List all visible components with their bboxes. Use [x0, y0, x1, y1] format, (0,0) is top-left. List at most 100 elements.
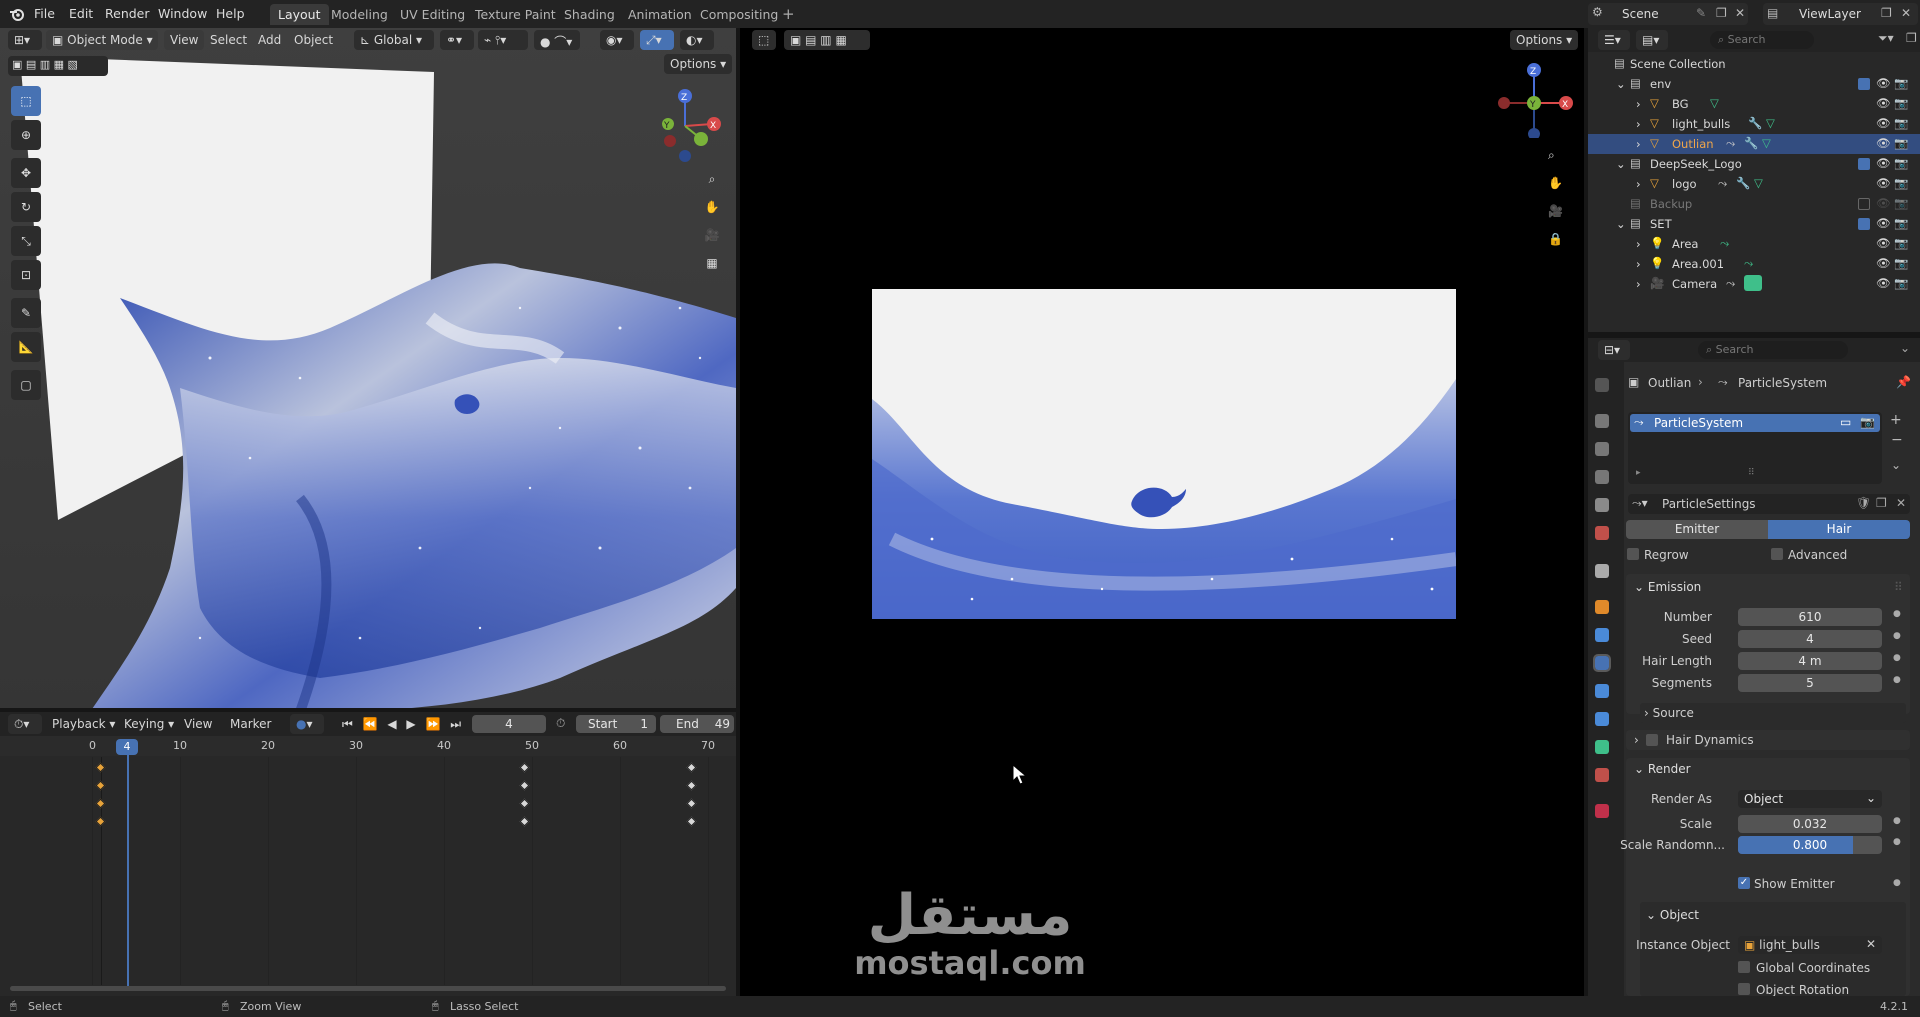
display-mode-dropdown[interactable]: ▤▾ — [1636, 30, 1668, 50]
expand-arrow-icon[interactable]: ⌄ — [1616, 77, 1626, 91]
gizmo-toggle[interactable]: ⤢▾ — [640, 30, 674, 50]
list-expand-icon[interactable]: ▸ — [1636, 468, 1641, 478]
type-hair-tab[interactable]: Hair — [1768, 520, 1910, 539]
pin-icon[interactable]: 📌 — [1896, 375, 1911, 389]
regrow-checkbox[interactable] — [1627, 548, 1639, 560]
display-render-icon[interactable]: 📷 — [1860, 415, 1875, 429]
eye-icon[interactable]: 👁 — [1876, 116, 1891, 130]
texture-tab-icon[interactable] — [1595, 804, 1609, 818]
constraints-tab-icon[interactable] — [1595, 712, 1609, 726]
menu-window[interactable]: Window — [158, 6, 207, 21]
render-camera-icon[interactable]: 📷 — [1894, 276, 1908, 290]
expand-arrow-icon[interactable]: › — [1636, 277, 1641, 291]
playhead-line[interactable] — [127, 746, 129, 986]
expand-arrow-icon[interactable]: ⌄ — [1616, 217, 1626, 231]
eye-icon[interactable]: 👁 — [1876, 256, 1891, 270]
camera-lock-icon[interactable]: 🔒 — [1548, 232, 1563, 246]
proportional-edit-toggle[interactable]: ● ⌒▾ — [534, 30, 580, 50]
delete-viewlayer-icon[interactable]: ✕ — [1901, 6, 1911, 20]
marker-menu[interactable]: Marker — [224, 714, 277, 734]
expand-arrow-icon[interactable]: ⌄ — [1616, 157, 1626, 171]
add-workspace-icon[interactable]: + — [782, 5, 795, 23]
keyframe-dot-icon[interactable]: ● — [1893, 837, 1901, 847]
viewport-options-button[interactable]: Options ▾ — [664, 54, 733, 74]
expand-arrow-icon[interactable]: › — [1636, 137, 1641, 151]
render-camera-icon[interactable]: 📷 — [1894, 176, 1908, 190]
select-menu[interactable]: Select — [204, 30, 253, 50]
pivot-dropdown[interactable]: ⚭▾ — [440, 30, 474, 50]
keyframe-dot-icon[interactable]: ● — [1893, 675, 1901, 685]
end-frame-field[interactable]: End 49 — [660, 715, 734, 733]
snap-toggle[interactable]: ⌁ ⫯▾ — [478, 30, 528, 50]
scale-field[interactable]: 0.032 — [1738, 815, 1882, 833]
global-coords-checkbox[interactable] — [1738, 961, 1750, 973]
tool-tab-icon[interactable] — [1595, 378, 1609, 392]
camera-zoom-icon[interactable]: ⌕ — [1548, 148, 1555, 163]
object-tab-icon[interactable] — [1595, 600, 1609, 614]
physics-tab-icon[interactable] — [1595, 684, 1609, 698]
outliner-row-set[interactable]: ⌄ ▤ SET 👁 📷 — [1588, 214, 1920, 234]
segments-field[interactable]: 5 — [1738, 674, 1882, 692]
outliner-row-scene-collection[interactable]: ▤ Scene Collection — [1588, 54, 1920, 74]
viewport-3d[interactable]: ⊞▾ ▣ Object Mode ▾ View Select Add Objec… — [0, 28, 736, 712]
show-emitter-checkbox[interactable]: ✓ — [1738, 877, 1750, 889]
pan-hand-icon[interactable]: ✋ — [700, 200, 724, 224]
keyframe-dot-icon[interactable]: ● — [1893, 631, 1901, 641]
emission-panel-header[interactable]: ⌄ Emission — [1634, 580, 1701, 594]
render-camera-icon[interactable]: 📷 — [1894, 256, 1908, 270]
camera-select-modes[interactable]: ▣ ▤ ▥ ▦ — [784, 30, 870, 50]
outliner-editor-type[interactable]: ☰▾ — [1598, 30, 1630, 50]
type-emitter-tab[interactable]: Emitter — [1626, 520, 1768, 539]
advanced-checkbox[interactable] — [1771, 548, 1783, 560]
render-camera-icon[interactable]: 📷 — [1894, 196, 1908, 210]
list-specials-button[interactable]: ⌄ — [1891, 458, 1901, 472]
list-resize-handle[interactable]: ⠿ — [1748, 468, 1755, 478]
view-menu[interactable]: View — [164, 30, 205, 50]
scene-tab-icon[interactable] — [1595, 498, 1609, 512]
output-tab-icon[interactable] — [1595, 442, 1609, 456]
annotate-tool[interactable]: ✎ — [11, 298, 41, 328]
eye-icon[interactable]: 👁 — [1876, 176, 1891, 190]
add-cube-tool[interactable]: ▢ — [11, 370, 41, 400]
view-layer-tab-icon[interactable] — [1595, 470, 1609, 484]
keyframe-dot-icon[interactable]: ● — [1893, 609, 1901, 619]
menu-render[interactable]: Render — [105, 6, 150, 21]
hair-length-field[interactable]: 4 m — [1738, 652, 1882, 670]
new-scene-icon[interactable]: ❐ — [1716, 6, 1727, 20]
menu-help[interactable]: Help — [216, 6, 245, 21]
properties-search[interactable]: ⌕ Search — [1698, 341, 1848, 359]
transform-tool[interactable]: ⊡ — [11, 260, 41, 290]
tab-animation[interactable]: Animation — [620, 4, 700, 25]
current-frame-field[interactable]: 4 — [472, 715, 546, 733]
eye-icon[interactable]: 👁 — [1876, 96, 1891, 110]
add-menu[interactable]: Add — [252, 30, 287, 50]
include-checkbox[interactable] — [1858, 198, 1870, 210]
eye-icon[interactable]: 👁 — [1876, 196, 1891, 210]
object-menu[interactable]: Object — [288, 30, 339, 50]
render-as-dropdown[interactable]: Object ⌄ — [1738, 790, 1882, 808]
camera-options-button[interactable]: Options ▾ — [1510, 30, 1579, 50]
tab-modeling[interactable]: Modeling — [323, 4, 396, 25]
properties-options-icon[interactable]: ⌄ — [1900, 341, 1910, 355]
camera-viewport[interactable]: ⬚ ▣ ▤ ▥ ▦ Options ▾ Z X Y ⌕ ✋ 🎥 🔒 مستقل … — [740, 28, 1584, 996]
preview-range-icon[interactable]: ⏱ — [556, 716, 565, 731]
visibility-dropdown[interactable]: ◉▾ — [600, 30, 634, 50]
render-camera-icon[interactable]: 📷 — [1894, 76, 1908, 90]
render-camera-icon[interactable]: 📷 — [1894, 136, 1908, 150]
particle-settings-selector[interactable]: ⤳▾ ParticleSettings 🛡 ❐ ✕ — [1628, 494, 1910, 514]
eye-icon[interactable]: 👁 — [1876, 136, 1891, 150]
outliner-row-backup[interactable]: ▤ Backup 👁 📷 — [1588, 194, 1920, 214]
include-checkbox[interactable] — [1858, 218, 1870, 230]
render-camera-icon[interactable]: 📷 — [1894, 216, 1908, 230]
rotate-tool[interactable]: ↻ — [11, 192, 41, 222]
camera-view-icon[interactable]: 🎥 — [700, 228, 724, 252]
render-camera-icon[interactable]: 📷 — [1894, 236, 1908, 250]
world-tab-icon[interactable] — [1595, 526, 1609, 540]
scale-random-slider[interactable]: 0.800 — [1738, 836, 1882, 854]
select-box-tool[interactable]: ⬚ — [11, 86, 41, 116]
add-slot-button[interactable]: + — [1890, 412, 1902, 428]
area-divider[interactable] — [1588, 332, 1920, 338]
outliner-search[interactable]: ⌕ Search — [1710, 31, 1814, 49]
zoom-icon[interactable]: ⌕ — [700, 172, 724, 196]
playhead-label[interactable]: 4 — [116, 739, 138, 755]
